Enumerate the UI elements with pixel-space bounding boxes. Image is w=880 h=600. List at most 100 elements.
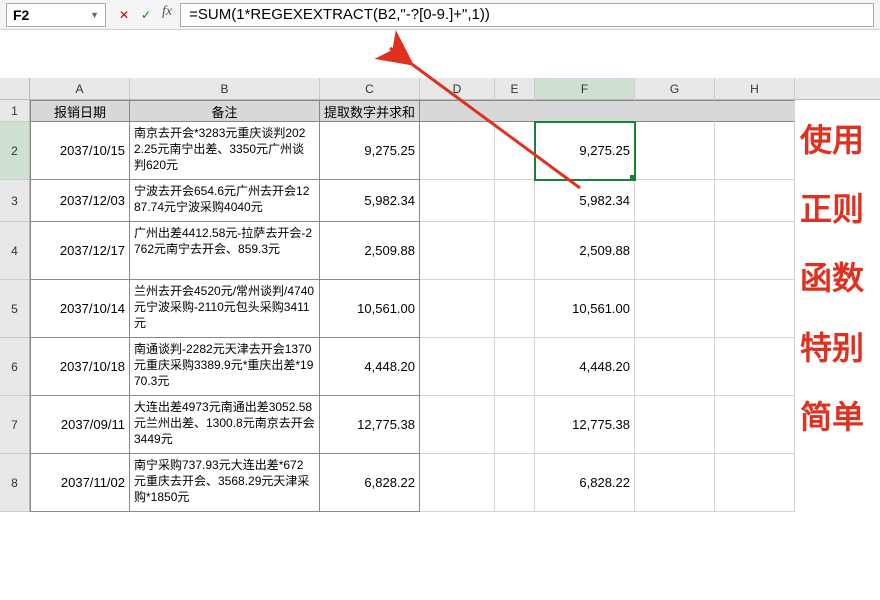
col-header-f[interactable]: F: [535, 78, 635, 99]
cell-note[interactable]: 南京去开会*3283元重庆谈判2022.25元南宁出差、3350元广州谈判620…: [130, 122, 320, 180]
cell-result[interactable]: 10,561.00: [535, 280, 635, 338]
cell[interactable]: [715, 454, 795, 512]
cell-result[interactable]: 2,509.88: [535, 222, 635, 280]
row-header[interactable]: 5: [0, 280, 29, 338]
cell[interactable]: [420, 222, 495, 280]
cell[interactable]: [715, 122, 795, 180]
cells-area: 报销日期 备注 提取数字并求和 2037/10/15南京去开会*3283元重庆谈…: [30, 100, 880, 512]
annotation-line: 特别: [792, 323, 872, 374]
cell-result[interactable]: 12,775.38: [535, 396, 635, 454]
cell[interactable]: [495, 122, 535, 180]
cell-note[interactable]: 南通谈判-2282元天津去开会1370元重庆采购3389.9元*重庆出差*197…: [130, 338, 320, 396]
cell[interactable]: [495, 280, 535, 338]
cell-note[interactable]: 大连出差4973元南通出差3052.58元兰州出差、1300.8元南京去开会34…: [130, 396, 320, 454]
row-header[interactable]: 4: [0, 222, 29, 280]
cell-date[interactable]: 2037/12/03: [30, 180, 130, 222]
cell[interactable]: [420, 122, 495, 180]
table-row: 2037/11/02南宁采购737.93元大连出差*672元重庆去开会、3568…: [30, 454, 880, 512]
cell[interactable]: [635, 338, 715, 396]
col-header-d[interactable]: D: [420, 78, 495, 99]
annotation-line: 函数: [792, 253, 872, 304]
cell[interactable]: [635, 122, 715, 180]
cell[interactable]: [715, 100, 795, 122]
col-header-a[interactable]: A: [30, 78, 130, 99]
header-date[interactable]: 报销日期: [30, 100, 130, 122]
cell[interactable]: [495, 100, 535, 122]
cell[interactable]: [715, 222, 795, 280]
col-header-h[interactable]: H: [715, 78, 795, 99]
row-headers: 12345678: [0, 100, 30, 512]
cell-date[interactable]: 2037/09/11: [30, 396, 130, 454]
table-row: 2037/09/11大连出差4973元南通出差3052.58元兰州出差、1300…: [30, 396, 880, 454]
cell[interactable]: [635, 100, 715, 122]
cell[interactable]: [420, 396, 495, 454]
row-header[interactable]: 7: [0, 396, 29, 454]
cell[interactable]: [715, 396, 795, 454]
row-header[interactable]: 6: [0, 338, 29, 396]
cell[interactable]: [635, 454, 715, 512]
select-all-corner[interactable]: [0, 78, 30, 100]
cell-note[interactable]: 南宁采购737.93元大连出差*672元重庆去开会、3568.29元天津采购*1…: [130, 454, 320, 512]
fx-icon[interactable]: fx: [162, 4, 172, 26]
confirm-icon[interactable]: ✓: [136, 4, 156, 26]
cell[interactable]: [635, 280, 715, 338]
row-header[interactable]: 3: [0, 180, 29, 222]
cell[interactable]: [420, 454, 495, 512]
col-header-b[interactable]: B: [130, 78, 320, 99]
cell-result[interactable]: 6,828.22: [535, 454, 635, 512]
cell[interactable]: [495, 454, 535, 512]
cell[interactable]: [635, 180, 715, 222]
cell-note[interactable]: 兰州去开会4520元/常州谈判/4740元宁波采购-2110元包头采购3411元: [130, 280, 320, 338]
cell-sum[interactable]: 12,775.38: [320, 396, 420, 454]
table-row: 2037/10/18南通谈判-2282元天津去开会1370元重庆采购3389.9…: [30, 338, 880, 396]
col-header-e[interactable]: E: [495, 78, 535, 99]
cell[interactable]: [420, 280, 495, 338]
row-header[interactable]: 2: [0, 122, 29, 180]
cell-date[interactable]: 2037/10/14: [30, 280, 130, 338]
cell[interactable]: [495, 338, 535, 396]
cell-result[interactable]: 9,275.25: [535, 122, 635, 180]
name-box[interactable]: F2 ▼: [6, 3, 106, 27]
cell[interactable]: [495, 396, 535, 454]
cell-note[interactable]: 广州出差4412.58元-拉萨去开会-2762元南宁去开会、859.3元: [130, 222, 320, 280]
col-header-c[interactable]: C: [320, 78, 420, 99]
cell[interactable]: [635, 396, 715, 454]
name-box-value: F2: [13, 7, 29, 23]
cell-date[interactable]: 2037/11/02: [30, 454, 130, 512]
cell-result[interactable]: 5,982.34: [535, 180, 635, 222]
header-note[interactable]: 备注: [130, 100, 320, 122]
cell[interactable]: [495, 222, 535, 280]
cell[interactable]: [495, 180, 535, 222]
row-header[interactable]: 8: [0, 454, 29, 512]
cell[interactable]: [535, 100, 635, 122]
cell-sum[interactable]: 9,275.25: [320, 122, 420, 180]
cell-date[interactable]: 2037/10/15: [30, 122, 130, 180]
cell[interactable]: [715, 280, 795, 338]
header-sum[interactable]: 提取数字并求和: [320, 100, 420, 122]
cell-note[interactable]: 宁波去开会654.6元广州去开会1287.74元宁波采购4040元: [130, 180, 320, 222]
cancel-icon[interactable]: ✕: [114, 4, 134, 26]
cell-result[interactable]: 4,448.20: [535, 338, 635, 396]
formula-input[interactable]: =SUM(1*REGEXEXTRACT(B2,"-?[0-9.]+",1)): [180, 3, 874, 27]
annotation-line: 简单: [792, 392, 872, 443]
annotation-line: 使用: [792, 115, 872, 166]
cell-sum[interactable]: 5,982.34: [320, 180, 420, 222]
cell[interactable]: [715, 338, 795, 396]
cell[interactable]: [715, 180, 795, 222]
cell-sum[interactable]: 6,828.22: [320, 454, 420, 512]
cell-sum[interactable]: 4,448.20: [320, 338, 420, 396]
cell-date[interactable]: 2037/12/17: [30, 222, 130, 280]
table-header-row: 报销日期 备注 提取数字并求和: [30, 100, 880, 122]
row-header[interactable]: 1: [0, 100, 29, 122]
cell-date[interactable]: 2037/10/18: [30, 338, 130, 396]
cell-sum[interactable]: 2,509.88: [320, 222, 420, 280]
cell[interactable]: [635, 222, 715, 280]
cell[interactable]: [420, 100, 495, 122]
cell[interactable]: [420, 180, 495, 222]
chevron-down-icon[interactable]: ▼: [90, 10, 99, 20]
spreadsheet-grid: A B C D E F G H 12345678 报销日期 备注 提取数字并求和…: [0, 78, 880, 512]
cell-sum[interactable]: 10,561.00: [320, 280, 420, 338]
cell[interactable]: [420, 338, 495, 396]
table-row: 2037/12/17广州出差4412.58元-拉萨去开会-2762元南宁去开会、…: [30, 222, 880, 280]
col-header-g[interactable]: G: [635, 78, 715, 99]
